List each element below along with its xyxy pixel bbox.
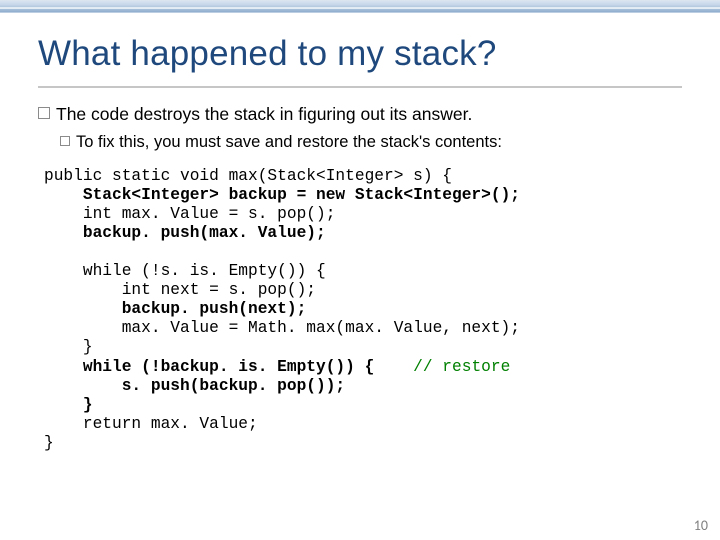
code-line bbox=[44, 224, 83, 242]
code-line: } bbox=[44, 338, 93, 356]
square-bullet-icon bbox=[60, 136, 70, 146]
code-line: int max. Value = s. pop(); bbox=[44, 205, 335, 223]
bullet-1-text: The code destroys the stack in figuring … bbox=[56, 104, 472, 126]
code-comment: // restore bbox=[413, 358, 510, 376]
code-line: int next = s. pop(); bbox=[44, 281, 316, 299]
code-line: max. Value = Math. max(max. Value, next)… bbox=[44, 319, 520, 337]
square-bullet-icon bbox=[38, 107, 50, 119]
code-line: return max. Value; bbox=[44, 415, 258, 433]
code-line bbox=[44, 300, 122, 318]
code-line-bold: backup. push(max. Value); bbox=[83, 224, 326, 242]
code-line bbox=[374, 358, 413, 376]
code-line-bold: backup. push(next); bbox=[122, 300, 307, 318]
code-line bbox=[44, 396, 83, 414]
code-line-bold: } bbox=[83, 396, 93, 414]
title-underline bbox=[38, 86, 682, 88]
code-line: public static void max(Stack<Integer> s)… bbox=[44, 167, 452, 185]
bullet-2-text: To fix this, you must save and restore t… bbox=[76, 132, 502, 153]
slide-title: What happened to my stack? bbox=[38, 34, 682, 74]
code-line: while (!s. is. Empty()) { bbox=[44, 262, 326, 280]
code-line-bold: s. push(backup. pop()); bbox=[122, 377, 345, 395]
code-line: } bbox=[44, 434, 54, 452]
code-line-bold: Stack<Integer> backup = new Stack<Intege… bbox=[83, 186, 520, 204]
bullet-level-2: To fix this, you must save and restore t… bbox=[60, 132, 682, 153]
bullet-level-1: The code destroys the stack in figuring … bbox=[38, 104, 682, 126]
code-line bbox=[44, 358, 83, 376]
slide-content: What happened to my stack? The code dest… bbox=[0, 0, 720, 540]
page-number: 10 bbox=[694, 517, 708, 534]
code-line bbox=[44, 186, 83, 204]
code-line bbox=[44, 377, 122, 395]
code-block: public static void max(Stack<Integer> s)… bbox=[44, 167, 682, 454]
code-line-bold: while (!backup. is. Empty()) { bbox=[83, 358, 374, 376]
